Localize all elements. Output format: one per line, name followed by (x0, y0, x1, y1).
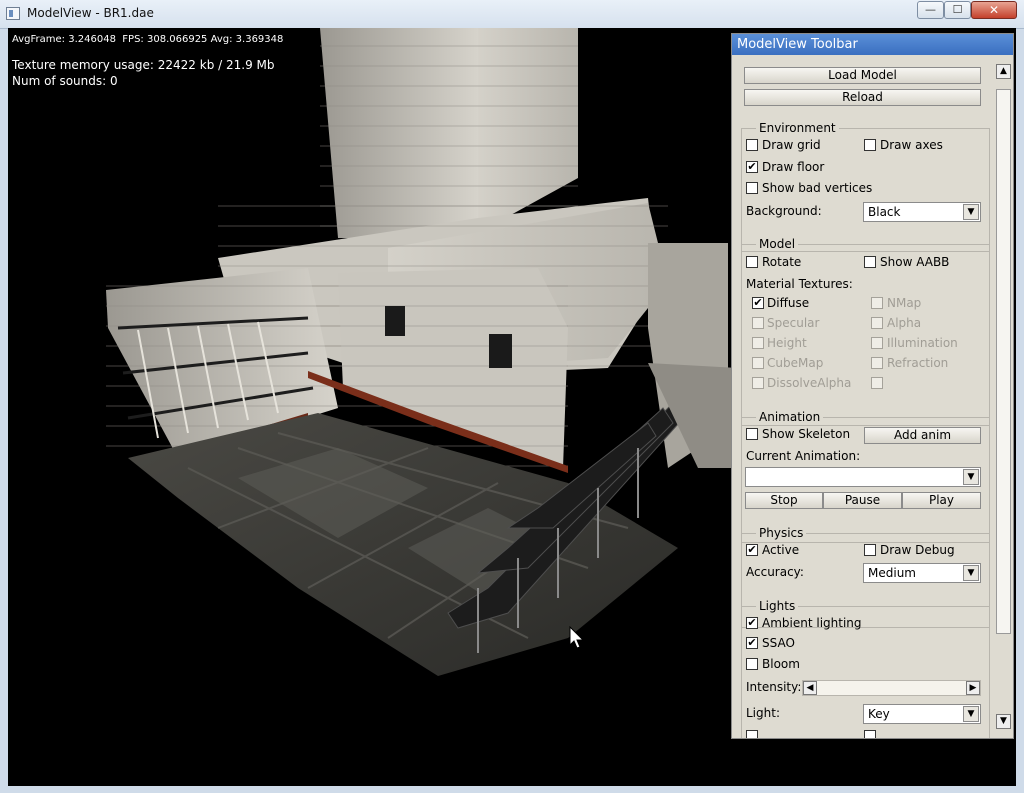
scroll-thumb[interactable] (996, 89, 1011, 634)
environment-title: Environment (756, 121, 839, 135)
texture-nmap-label: NMap (887, 296, 922, 310)
light-label: Light: (746, 706, 780, 720)
minimize-icon: — (925, 3, 936, 16)
texture-specular-label: Specular (767, 316, 820, 330)
lights-title: Lights (756, 599, 799, 613)
close-icon: ✕ (988, 3, 1000, 17)
draw-floor-checkbox[interactable]: ✔ (746, 161, 758, 173)
accuracy-value: Medium (868, 566, 916, 580)
add-anim-button[interactable]: Add anim (864, 427, 981, 444)
draw-debug-checkbox[interactable] (864, 544, 876, 556)
chevron-down-icon: ▼ (963, 204, 979, 220)
modelview-toolbar: ModelView Toolbar Load Model Reload Envi… (731, 33, 1014, 739)
texture-specular-checkbox[interactable] (752, 317, 764, 329)
show-aabb-checkbox[interactable] (864, 256, 876, 268)
texture-dissolvealpha-label: DissolveAlpha (767, 376, 852, 390)
slider-right-icon[interactable]: ▶ (966, 681, 980, 695)
texture-diffuse-label: Diffuse (767, 296, 810, 310)
draw-axes-checkbox[interactable] (864, 139, 876, 151)
show-bad-vertices-checkbox[interactable] (746, 182, 758, 194)
show-skeleton-label: Show Skeleton (762, 427, 851, 441)
draw-floor-label: Draw floor (762, 160, 825, 174)
texture-alpha-checkbox[interactable] (871, 317, 883, 329)
texture-memory-usage: Texture memory usage: 22422 kb / 21.9 Mb (12, 58, 275, 72)
maximize-button[interactable]: ☐ (944, 1, 971, 19)
texture-refraction-label: Refraction (887, 356, 949, 370)
active-checkbox[interactable]: ✔ (746, 544, 758, 556)
material-textures-label: Material Textures: (746, 277, 853, 291)
texture-height-checkbox[interactable] (752, 337, 764, 349)
light-select[interactable]: Key ▼ (863, 704, 981, 724)
application-window: ModelView - BR1.dae — ☐ ✕ AvgFrame: 3.24… (0, 0, 1024, 793)
model-group (741, 244, 990, 426)
toolbar-title: ModelView Toolbar (737, 37, 858, 52)
texture-alpha-label: Alpha (887, 316, 922, 330)
ambient-lighting-label: Ambient lighting (762, 616, 862, 630)
show-bad-vertices-label: Show bad vertices (762, 181, 873, 195)
animation-title: Animation (756, 410, 824, 424)
texture-illumination-label: Illumination (887, 336, 958, 350)
texture-nmap-checkbox[interactable] (871, 297, 883, 309)
show-aabb-label: Show AABB (880, 255, 950, 269)
texture-extra-checkbox[interactable] (871, 377, 883, 389)
accuracy-select[interactable]: Medium ▼ (863, 563, 981, 583)
chevron-down-icon: ▼ (963, 469, 979, 485)
bloom-label: Bloom (762, 657, 800, 671)
chevron-down-icon: ▼ (963, 565, 979, 581)
app-window-icon (6, 7, 20, 20)
current-animation-label: Current Animation: (746, 449, 861, 463)
intensity-slider[interactable]: ◀ ▶ (802, 680, 981, 696)
active-label: Active (762, 543, 800, 557)
texture-height-label: Height (767, 336, 807, 350)
background-select[interactable]: Black ▼ (863, 202, 981, 222)
partial-checkbox-2[interactable] (864, 730, 876, 738)
texture-diffuse-checkbox[interactable]: ✔ (752, 297, 764, 309)
mouse-cursor-icon (569, 626, 585, 649)
accuracy-label: Accuracy: (746, 565, 804, 579)
window-title: ModelView - BR1.dae (27, 6, 154, 20)
ssao-label: SSAO (762, 636, 795, 650)
maximize-icon: ☐ (952, 3, 963, 16)
toolbar-title-bar[interactable]: ModelView Toolbar (732, 34, 1013, 55)
num-sounds: Num of sounds: 0 (12, 74, 118, 88)
texture-refraction-checkbox[interactable] (871, 357, 883, 369)
texture-cubemap-label: CubeMap (767, 356, 824, 370)
draw-grid-checkbox[interactable] (746, 139, 758, 151)
rotate-label: Rotate (762, 255, 802, 269)
play-button[interactable]: Play (902, 492, 981, 509)
minimize-button[interactable]: — (917, 1, 944, 19)
chevron-down-icon: ▼ (963, 706, 979, 722)
texture-cubemap-checkbox[interactable] (752, 357, 764, 369)
physics-title: Physics (756, 526, 807, 540)
load-model-button[interactable]: Load Model (744, 67, 981, 84)
partial-checkbox-1[interactable] (746, 730, 758, 738)
light-value: Key (868, 707, 890, 721)
ambient-lighting-checkbox[interactable]: ✔ (746, 617, 758, 629)
draw-grid-label: Draw grid (762, 138, 821, 152)
pause-button[interactable]: Pause (823, 492, 902, 509)
background-label: Background: (746, 204, 822, 218)
stop-button[interactable]: Stop (745, 492, 823, 509)
bloom-checkbox[interactable] (746, 658, 758, 670)
draw-debug-label: Draw Debug (880, 543, 955, 557)
scroll-down-icon[interactable]: ▼ (996, 714, 1011, 729)
model-title: Model (756, 237, 799, 251)
toolbar-body: Load Model Reload Environment Draw grid … (732, 56, 994, 738)
intensity-label: Intensity: (746, 680, 802, 694)
show-skeleton-checkbox[interactable] (746, 428, 758, 440)
rotate-checkbox[interactable] (746, 256, 758, 268)
draw-axes-label: Draw axes (880, 138, 943, 152)
slider-left-icon[interactable]: ◀ (803, 681, 817, 695)
title-bar[interactable]: ModelView - BR1.dae — ☐ ✕ (0, 0, 1024, 29)
scroll-up-icon[interactable]: ▲ (996, 64, 1011, 79)
frame-stats: AvgFrame: 3.246048 FPS: 308.066925 Avg: … (12, 34, 284, 45)
background-value: Black (868, 205, 901, 219)
toolbar-scrollbar[interactable]: ▲ ▼ (994, 56, 1013, 738)
texture-illumination-checkbox[interactable] (871, 337, 883, 349)
current-animation-select[interactable]: ▼ (745, 467, 981, 487)
reload-button[interactable]: Reload (744, 89, 981, 106)
close-button[interactable]: ✕ (971, 1, 1017, 19)
texture-dissolvealpha-checkbox[interactable] (752, 377, 764, 389)
ssao-checkbox[interactable]: ✔ (746, 637, 758, 649)
